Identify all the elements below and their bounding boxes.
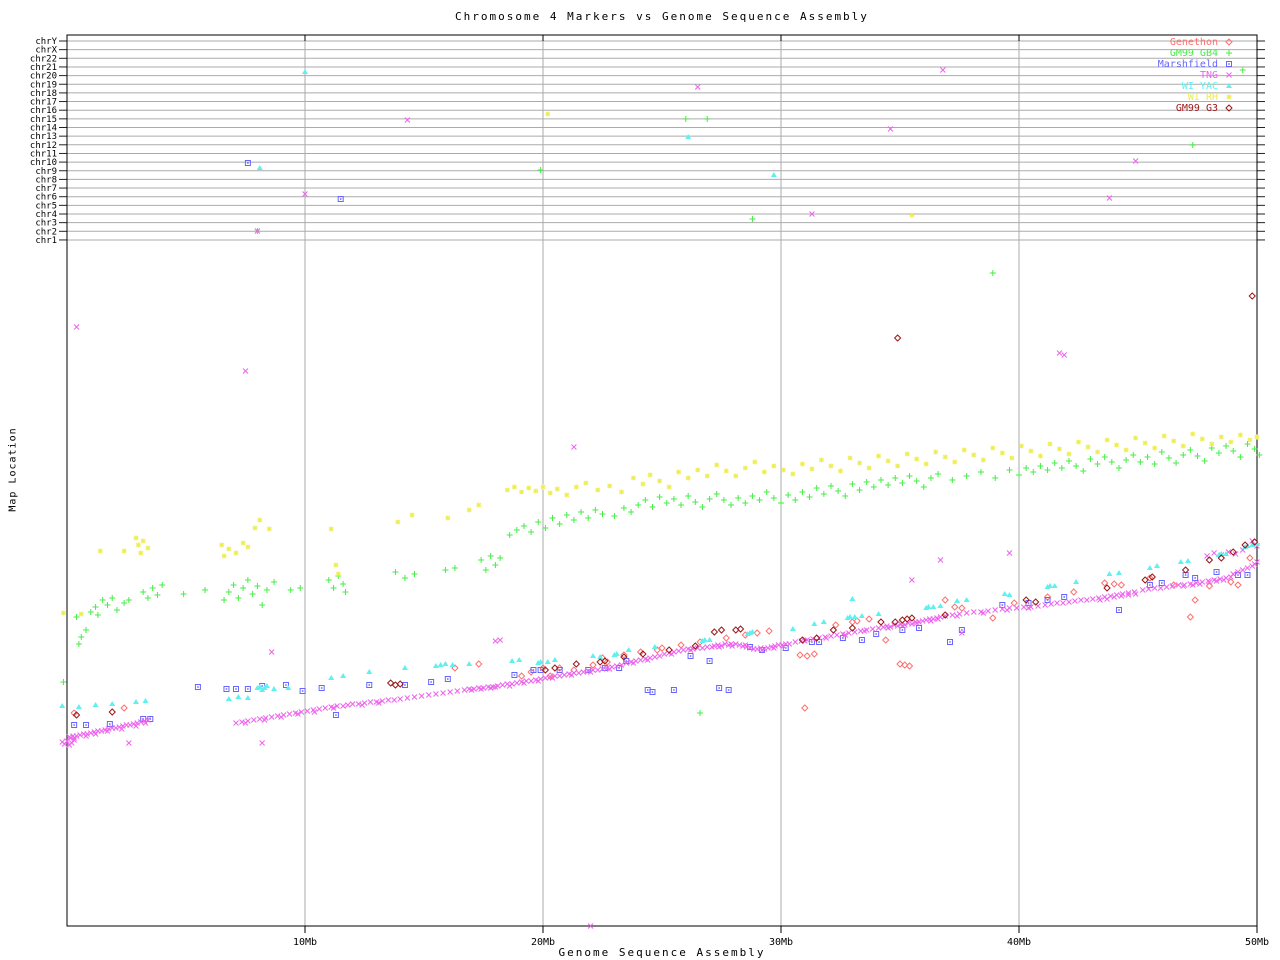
legend-marker-wi-rh: [1227, 95, 1232, 100]
series-gm99-gb4: [60, 67, 1262, 716]
chromosome-marker-figure: Chromosome 4 Markers vs Genome Sequence …: [0, 0, 1280, 960]
series-wi-yac: [59, 69, 1260, 709]
legend-marker-gm99-gb4: [1226, 50, 1232, 56]
series-marshfield: [72, 161, 1250, 728]
legend-marker-tng: [1227, 73, 1232, 78]
legend-label-marshfield: Marshfield: [1158, 59, 1218, 70]
legend-label-genethon: Genethon: [1170, 37, 1218, 48]
legend-marker-genethon: [1226, 39, 1232, 45]
series-gm99-g3: [74, 293, 1258, 718]
legend-label-wi-rh: WI RH: [1188, 92, 1218, 103]
row-label-chr1: chr1: [35, 236, 57, 246]
x-axis-title: Genome Sequence Assembly: [67, 946, 1257, 959]
legend-label-gm99-gb4: GM99 GB4: [1170, 48, 1218, 59]
legend-label-tng: TNG: [1200, 70, 1218, 81]
legend-marker-marshfield: [1227, 62, 1232, 67]
legend-label-wi-yac: WI YAC: [1182, 81, 1218, 92]
chromosome-band-grid: chrYchrXchr22chr21chr20chr19chr18chr17ch…: [30, 37, 1265, 246]
scatter-plot-canvas: chrYchrXchr22chr21chr20chr19chr18chr17ch…: [0, 0, 1280, 960]
series-wi-rh: [61, 112, 1260, 617]
legend-label-gm99-g3: GM99 G3: [1176, 103, 1218, 114]
